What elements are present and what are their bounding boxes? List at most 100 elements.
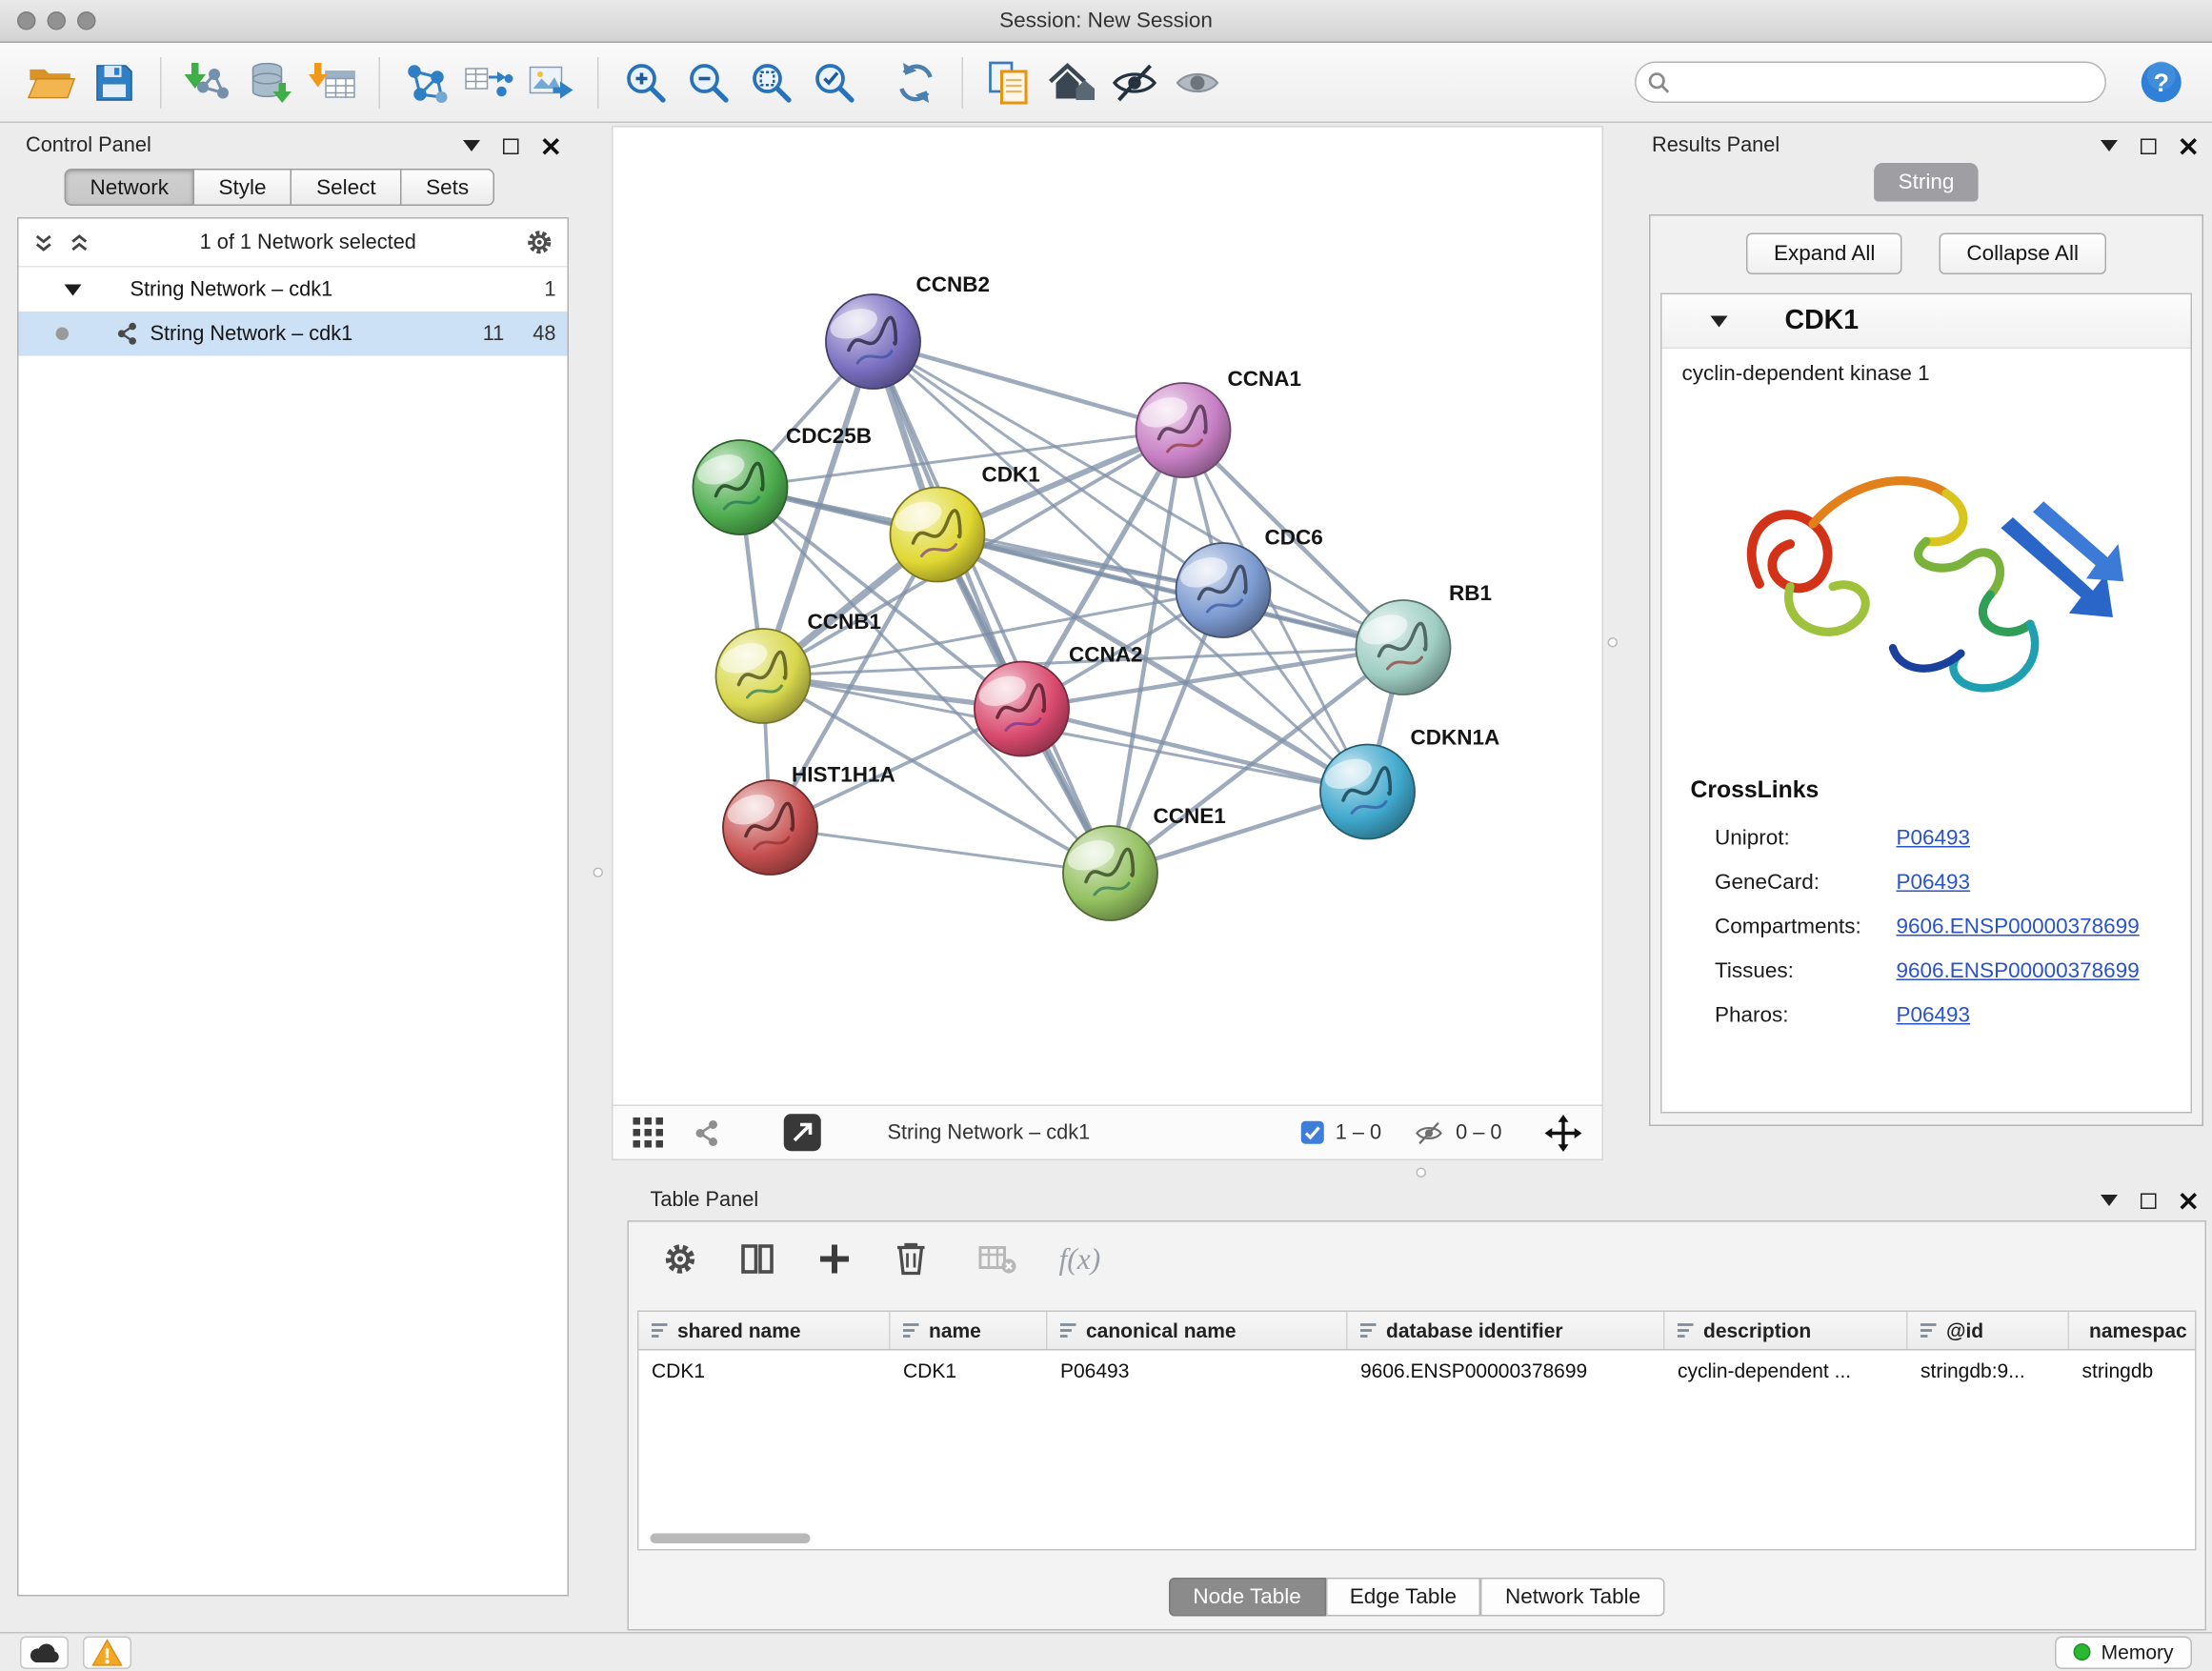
network-row-selected[interactable]: String Network – cdk1 11 48 xyxy=(19,312,568,356)
column-header-shared-name[interactable]: shared name xyxy=(639,1312,891,1349)
panel-collapse-icon[interactable] xyxy=(2101,1195,2118,1206)
column-header-id[interactable]: @id xyxy=(1908,1312,2070,1349)
add-column-icon[interactable] xyxy=(817,1242,852,1277)
cell-description[interactable]: cyclin-dependent ... xyxy=(1665,1351,1908,1390)
zoom-in-button[interactable] xyxy=(613,50,676,113)
collection-disclosure-icon[interactable] xyxy=(65,284,82,295)
network-node-CCNA1[interactable] xyxy=(1136,383,1231,477)
panel-close-icon[interactable] xyxy=(2180,136,2199,155)
network-node-RB1[interactable] xyxy=(1357,600,1451,695)
save-session-button[interactable] xyxy=(83,50,146,113)
crosslink-tissues-link[interactable]: 9606.ENSP00000378699 xyxy=(1897,959,2140,984)
network-node-CDC25B[interactable] xyxy=(694,440,788,534)
show-columns-icon[interactable] xyxy=(740,1242,774,1277)
gear-icon[interactable] xyxy=(526,229,553,256)
panel-collapse-icon[interactable] xyxy=(2101,140,2118,151)
network-node-CCNE1[interactable] xyxy=(1063,826,1157,920)
column-header-description[interactable]: description xyxy=(1665,1312,1908,1349)
network-edge-CCNB2-CCNA1[interactable] xyxy=(874,342,1184,431)
crosslink-compartments-link[interactable]: 9606.ENSP00000378699 xyxy=(1897,915,2140,939)
memory-button[interactable]: Memory xyxy=(2056,1636,2192,1669)
column-header-database-identifier[interactable]: database identifier xyxy=(1348,1312,1665,1349)
maximize-window-button[interactable] xyxy=(77,11,96,30)
home-button[interactable] xyxy=(1040,50,1103,113)
delete-column-icon[interactable] xyxy=(895,1242,928,1277)
crosslink-pharos-link[interactable]: P06493 xyxy=(1897,1003,1971,1028)
network-node-HIST1H1A[interactable] xyxy=(723,780,817,875)
gene-disclosure-icon[interactable] xyxy=(1711,315,1728,327)
zoom-selected-button[interactable] xyxy=(802,50,865,113)
tab-string[interactable]: String xyxy=(1874,163,1979,202)
horizontal-scrollbar-thumb[interactable] xyxy=(651,1534,811,1544)
network-node-CDK1[interactable] xyxy=(891,488,985,582)
grid-view-icon[interactable] xyxy=(633,1117,664,1148)
column-header-name[interactable]: name xyxy=(891,1312,1048,1349)
crosslink-genecard-link[interactable]: P06493 xyxy=(1897,871,1971,896)
annotation-button[interactable] xyxy=(977,50,1040,113)
new-network-button[interactable] xyxy=(394,50,457,113)
minimize-window-button[interactable] xyxy=(48,11,67,30)
table-row[interactable]: CDK1 CDK1 P06493 9606.ENSP00000378699 cy… xyxy=(639,1351,2196,1390)
cell-shared-name[interactable]: CDK1 xyxy=(639,1351,891,1390)
tab-network[interactable]: Network xyxy=(65,169,195,206)
panel-close-icon[interactable] xyxy=(2180,1191,2199,1210)
horizontal-splitter-grip[interactable] xyxy=(1417,1168,1427,1178)
hidden-eye-slash-icon[interactable] xyxy=(1413,1119,1444,1145)
import-network-database-button[interactable] xyxy=(239,50,302,113)
birds-eye-icon[interactable] xyxy=(692,1118,720,1147)
hide-selected-button[interactable] xyxy=(1103,50,1166,113)
warnings-button[interactable] xyxy=(83,1636,131,1669)
network-from-table-button[interactable] xyxy=(457,50,520,113)
clear-table-icon[interactable] xyxy=(979,1242,1016,1277)
import-network-file-button[interactable] xyxy=(176,50,239,113)
network-edge-CCNB2-CCNE1[interactable] xyxy=(874,342,1111,874)
panel-float-icon[interactable] xyxy=(2141,1193,2157,1209)
tab-select[interactable]: Select xyxy=(292,169,402,206)
import-table-button[interactable] xyxy=(302,50,365,113)
network-node-CCNA2[interactable] xyxy=(975,662,1069,756)
right-splitter-grip[interactable] xyxy=(1608,637,1619,648)
tab-sets[interactable]: Sets xyxy=(402,169,495,206)
tab-edge-table[interactable]: Edge Table xyxy=(1325,1578,1480,1617)
apply-layout-button[interactable] xyxy=(885,50,948,113)
network-node-CDKN1A[interactable] xyxy=(1320,745,1415,839)
cell-name[interactable]: CDK1 xyxy=(891,1351,1048,1390)
function-builder-icon[interactable]: f(x) xyxy=(1059,1241,1101,1278)
table-settings-gear-icon[interactable] xyxy=(663,1242,697,1277)
tab-network-table[interactable]: Network Table xyxy=(1480,1578,1664,1617)
tab-node-table[interactable]: Node Table xyxy=(1169,1578,1325,1617)
column-header-canonical-name[interactable]: canonical name xyxy=(1048,1312,1348,1349)
column-header-namespace[interactable]: namespac xyxy=(2069,1312,2195,1349)
left-splitter-grip[interactable] xyxy=(593,868,604,878)
tab-style[interactable]: Style xyxy=(194,169,292,206)
collapse-all-button[interactable]: Collapse All xyxy=(1940,232,2106,274)
search-input[interactable] xyxy=(1635,62,2106,104)
open-session-button[interactable] xyxy=(20,50,83,113)
gene-section-header[interactable]: CDK1 xyxy=(1662,294,2191,349)
pan-crosshair-icon[interactable] xyxy=(1545,1114,1582,1151)
network-node-CCNB1[interactable] xyxy=(716,629,811,723)
cell-database-identifier[interactable]: 9606.ENSP00000378699 xyxy=(1348,1351,1665,1390)
selected-checkbox-icon[interactable] xyxy=(1299,1120,1324,1145)
help-button[interactable]: ? xyxy=(2129,50,2192,113)
cell-namespace[interactable]: stringdb xyxy=(2069,1351,2195,1390)
panel-float-icon[interactable] xyxy=(2141,138,2157,154)
network-collection-row[interactable]: String Network – cdk1 1 xyxy=(19,268,568,312)
network-canvas[interactable]: CCNB2CCNA1CDC25BCDK1CDC6RB1CCNB1CCNA2CDK… xyxy=(613,128,1602,1105)
show-all-button[interactable] xyxy=(1166,50,1229,113)
close-window-button[interactable] xyxy=(17,11,36,30)
panel-close-icon[interactable] xyxy=(542,136,561,155)
crosslink-uniprot-link[interactable]: P06493 xyxy=(1897,826,1971,851)
cell-id[interactable]: stringdb:9... xyxy=(1908,1351,2070,1390)
network-edge-HIST1H1A-CCNE1[interactable] xyxy=(771,828,1111,874)
zoom-out-button[interactable] xyxy=(676,50,739,113)
network-node-CCNB2[interactable] xyxy=(826,294,920,389)
panel-float-icon[interactable] xyxy=(503,138,519,154)
zoom-fit-button[interactable] xyxy=(739,50,802,113)
collapse-all-icon[interactable] xyxy=(69,231,90,253)
expand-all-button[interactable]: Expand All xyxy=(1747,232,1902,274)
export-image-button[interactable] xyxy=(520,50,583,113)
cell-canonical-name[interactable]: P06493 xyxy=(1048,1351,1348,1390)
network-node-CDC6[interactable] xyxy=(1176,543,1271,637)
cloud-status-button[interactable] xyxy=(20,1636,69,1669)
